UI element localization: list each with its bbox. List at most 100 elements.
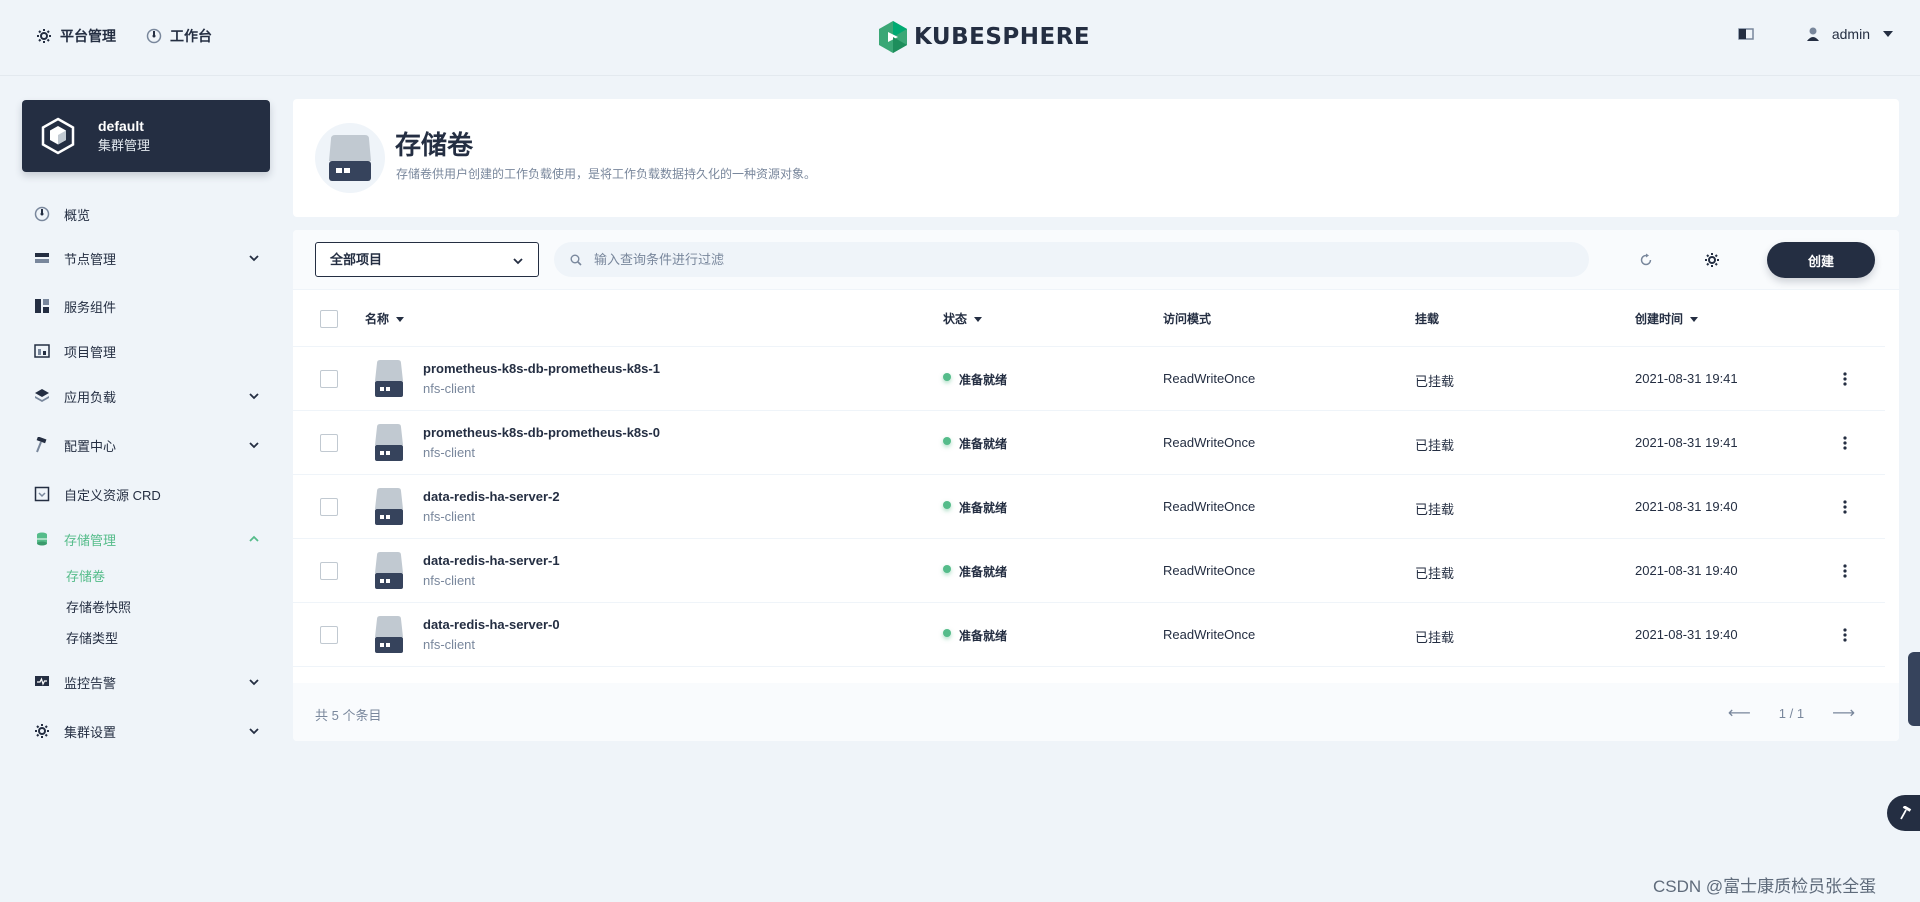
cluster-icon — [41, 117, 75, 155]
row-more-button[interactable] — [1833, 559, 1857, 583]
next-page-button[interactable]: ⟶ — [1832, 703, 1855, 723]
workload-icon — [35, 389, 49, 402]
table-settings-button[interactable] — [1701, 249, 1723, 271]
column-header-status[interactable]: 状态 — [943, 310, 983, 327]
column-header-label: 状态 — [943, 312, 968, 326]
row-more-button[interactable] — [1833, 367, 1857, 391]
refresh-button[interactable] — [1635, 249, 1657, 271]
side-drawer-handle[interactable] — [1908, 652, 1920, 726]
page-indicator: 1 / 1 — [1778, 705, 1805, 721]
column-header-created[interactable]: 创建时间 — [1635, 310, 1699, 327]
mount-status: 已挂载 — [1415, 566, 1455, 581]
sidebar-item-label: 存储管理 — [64, 532, 117, 548]
top-right-tools: admin — [1738, 26, 1894, 42]
storage-class: nfs-client — [423, 509, 476, 524]
components-icon — [35, 299, 49, 313]
gear-icon — [1705, 253, 1719, 267]
page-title: 存储卷 — [395, 130, 474, 160]
storage-class: nfs-client — [423, 381, 476, 396]
row-more-button[interactable] — [1833, 431, 1857, 455]
sidebar-item-crd[interactable]: 自定义资源 CRD — [34, 482, 260, 506]
sidebar-item-config[interactable]: 配置中心 — [34, 433, 260, 457]
user-icon — [1806, 27, 1819, 41]
volume-name-link[interactable]: prometheus-k8s-db-prometheus-k8s-0 — [423, 425, 660, 440]
sidebar-item-overview[interactable]: 概览 — [34, 202, 260, 226]
sidebar-item-storage[interactable]: 存储管理 — [34, 527, 260, 551]
storage-class: nfs-client — [423, 573, 476, 588]
select-all-checkbox[interactable] — [320, 310, 338, 328]
created-time: 2021-08-31 19:40 — [1635, 499, 1738, 514]
row-checkbox[interactable] — [320, 626, 338, 644]
volume-icon — [375, 424, 403, 461]
gear-icon — [35, 724, 49, 738]
sidebar-sub-volume-snapshots[interactable]: 存储卷快照 — [66, 598, 131, 618]
table-row[interactable]: data-redis-ha-server-1 nfs-client 准备就绪 R… — [293, 539, 1885, 603]
status-badge: 准备就绪 — [943, 627, 1007, 644]
status-badge: 准备就绪 — [943, 435, 1007, 452]
sidebar-item-label: 节点管理 — [64, 251, 117, 267]
more-vertical-icon — [1843, 372, 1847, 386]
access-mode: ReadWriteOnce — [1163, 371, 1256, 386]
sidebar-item-label: 应用负载 — [64, 389, 117, 405]
sidebar-sub-storage-classes[interactable]: 存储类型 — [66, 629, 118, 649]
crd-icon — [34, 486, 50, 502]
column-header-name[interactable]: 名称 — [365, 310, 405, 327]
search-input[interactable] — [594, 242, 1574, 277]
sidebar-item-label: 项目管理 — [64, 344, 117, 360]
project-select[interactable]: 全部项目 — [315, 242, 539, 277]
storage-class: nfs-client — [423, 637, 476, 652]
chevron-down-icon — [249, 728, 259, 735]
table-row[interactable]: data-redis-ha-server-2 nfs-client 准备就绪 R… — [293, 475, 1885, 539]
sort-caret-icon — [1690, 316, 1699, 322]
monitor-icon — [35, 676, 49, 686]
user-menu[interactable]: admin — [1806, 26, 1894, 42]
chevron-up-icon — [249, 535, 259, 542]
sidebar-sub-volumes[interactable]: 存储卷 — [66, 567, 105, 587]
table-row[interactable]: prometheus-k8s-db-prometheus-k8s-0 nfs-c… — [293, 411, 1885, 475]
more-vertical-icon — [1843, 500, 1847, 514]
row-more-button[interactable] — [1833, 623, 1857, 647]
platform-management-link[interactable]: 平台管理 — [36, 26, 116, 46]
mount-status: 已挂载 — [1415, 502, 1455, 517]
row-more-button[interactable] — [1833, 495, 1857, 519]
prev-page-button[interactable]: ⟵ — [1728, 703, 1751, 723]
volume-name-link[interactable]: prometheus-k8s-db-prometheus-k8s-1 — [423, 361, 660, 376]
sidebar-item-components[interactable]: 服务组件 — [34, 294, 260, 318]
sidebar-item-monitoring[interactable]: 监控告警 — [34, 670, 260, 694]
access-mode: ReadWriteOnce — [1163, 499, 1256, 514]
toolbox-button[interactable] — [1887, 795, 1920, 831]
row-checkbox[interactable] — [320, 434, 338, 452]
sidebar-item-cluster-settings[interactable]: 集群设置 — [34, 719, 260, 743]
row-checkbox[interactable] — [320, 370, 338, 388]
sidebar-item-projects[interactable]: 项目管理 — [34, 339, 260, 363]
sort-caret-icon — [396, 316, 405, 322]
storage-icon — [37, 532, 47, 546]
volume-name-link[interactable]: data-redis-ha-server-1 — [423, 553, 560, 568]
row-checkbox[interactable] — [320, 498, 338, 516]
workbench-link[interactable]: 工作台 — [146, 26, 212, 46]
more-vertical-icon — [1843, 564, 1847, 578]
created-time: 2021-08-31 19:40 — [1635, 627, 1738, 642]
table-footer: 共 5 个条目 ⟵ 1 / 1 ⟶ — [293, 683, 1899, 741]
sidebar-item-label: 概览 — [64, 207, 91, 223]
cluster-card[interactable]: default 集群管理 — [22, 100, 270, 172]
column-header-mount: 挂载 — [1415, 310, 1439, 327]
volume-name-link[interactable]: data-redis-ha-server-2 — [423, 489, 560, 504]
search-box — [554, 242, 1589, 277]
sidebar-item-workloads[interactable]: 应用负载 — [34, 384, 260, 408]
kubesphere-logo[interactable]: KUBESPHERE — [878, 20, 1090, 54]
sidebar-item-nodes[interactable]: 节点管理 — [34, 246, 260, 270]
created-time: 2021-08-31 19:40 — [1635, 563, 1738, 578]
chevron-down-icon — [249, 393, 259, 400]
total-count: 共 5 个条目 — [315, 708, 382, 723]
status-badge: 准备就绪 — [943, 563, 1007, 580]
status-dot-icon — [943, 628, 951, 637]
table-row[interactable]: data-redis-ha-server-0 nfs-client 准备就绪 R… — [293, 603, 1885, 667]
toggle-theme-icon[interactable] — [1738, 27, 1754, 41]
table-row[interactable]: prometheus-k8s-db-prometheus-k8s-1 nfs-c… — [293, 347, 1885, 411]
dashboard-icon — [146, 28, 162, 44]
volume-name-link[interactable]: data-redis-ha-server-0 — [423, 617, 560, 632]
create-button[interactable]: 创建 — [1767, 242, 1875, 278]
status-dot-icon — [943, 564, 951, 573]
row-checkbox[interactable] — [320, 562, 338, 580]
